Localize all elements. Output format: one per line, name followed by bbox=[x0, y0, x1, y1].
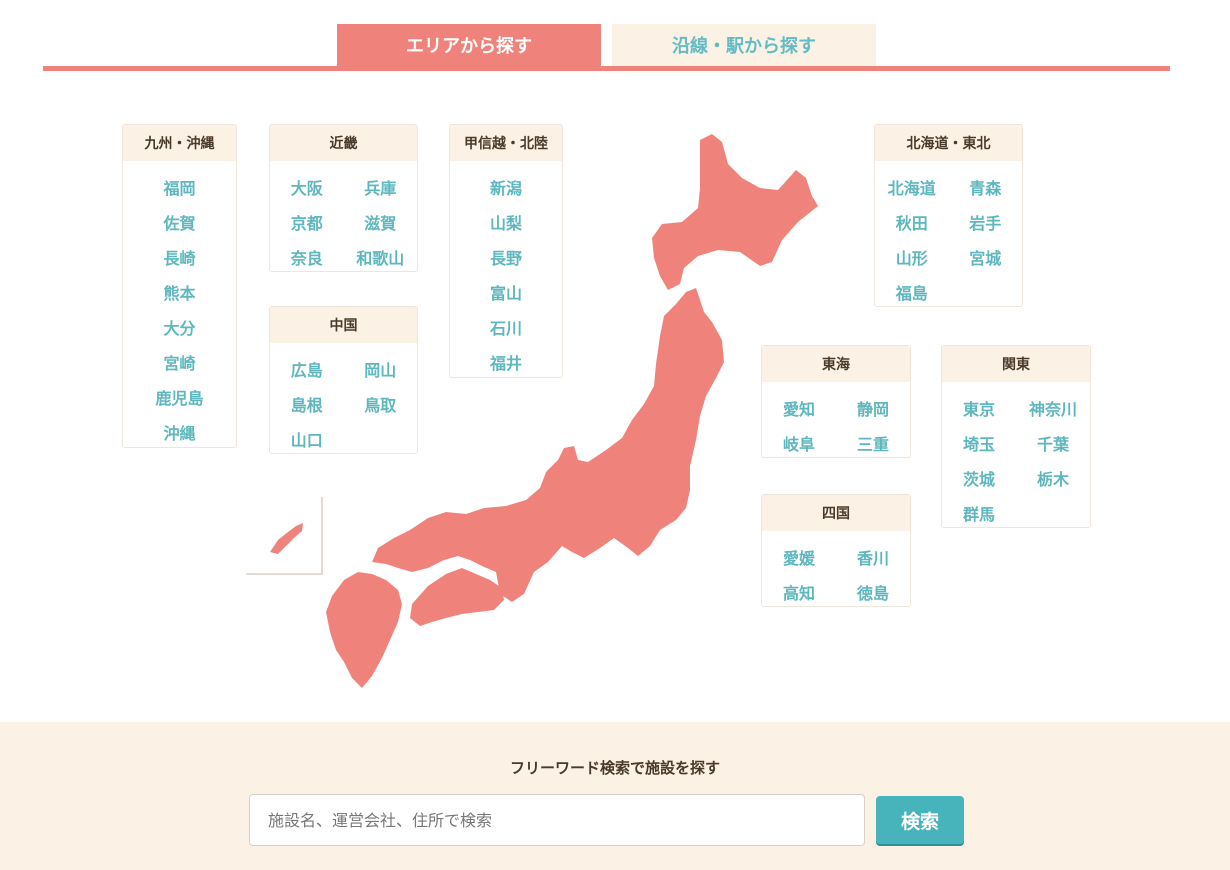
pref-link-fukui[interactable]: 福井 bbox=[450, 344, 562, 379]
search-title: フリーワード検索で施設を探す bbox=[509, 759, 720, 777]
region-title: 関東 bbox=[942, 346, 1090, 382]
pref-link-yamanashi[interactable]: 山梨 bbox=[450, 204, 562, 239]
pref-link-gunma[interactable]: 群馬 bbox=[942, 495, 1016, 530]
region-title: 甲信越・北陸 bbox=[450, 125, 562, 161]
region-kyushu-okinawa: 九州・沖縄 福岡 佐賀 長崎 熊本 大分 宮崎 鹿児島 沖縄 bbox=[122, 124, 237, 448]
search-input[interactable] bbox=[249, 794, 865, 846]
tab-area-search[interactable]: エリアから探す bbox=[337, 24, 601, 66]
pref-link-ishikawa[interactable]: 石川 bbox=[450, 309, 562, 344]
pref-link-iwate[interactable]: 岩手 bbox=[949, 204, 1023, 239]
pref-link-miyagi[interactable]: 宮城 bbox=[949, 239, 1023, 274]
region-kanto: 関東 東京 神奈川 埼玉 千葉 茨城 栃木 群馬 bbox=[941, 345, 1091, 528]
pref-link-nagasaki[interactable]: 長崎 bbox=[123, 239, 236, 274]
pref-link-shimane[interactable]: 島根 bbox=[270, 386, 344, 421]
pref-link-oita[interactable]: 大分 bbox=[123, 309, 236, 344]
region-title: 近畿 bbox=[270, 125, 417, 161]
pref-link-nara[interactable]: 奈良 bbox=[270, 239, 344, 274]
pref-link-shiga[interactable]: 滋賀 bbox=[344, 204, 418, 239]
pref-link-hyogo[interactable]: 兵庫 bbox=[344, 169, 418, 204]
pref-link-tokyo[interactable]: 東京 bbox=[942, 390, 1016, 425]
region-kinki: 近畿 大阪 兵庫 京都 滋賀 奈良 和歌山 bbox=[269, 124, 418, 272]
pref-link-yamaguchi[interactable]: 山口 bbox=[270, 421, 344, 456]
pref-link-wakayama[interactable]: 和歌山 bbox=[344, 239, 418, 274]
region-title: 北海道・東北 bbox=[875, 125, 1022, 161]
pref-link-ehime[interactable]: 愛媛 bbox=[762, 539, 836, 574]
region-title: 中国 bbox=[270, 307, 417, 343]
pref-link-kanagawa[interactable]: 神奈川 bbox=[1016, 390, 1090, 425]
pref-link-niigata[interactable]: 新潟 bbox=[450, 169, 562, 204]
region-title: 九州・沖縄 bbox=[123, 125, 236, 161]
region-chugoku: 中国 広島 岡山 島根 鳥取 山口 bbox=[269, 306, 418, 454]
pref-link-nagano[interactable]: 長野 bbox=[450, 239, 562, 274]
region-title: 四国 bbox=[762, 495, 910, 531]
region-tokai: 東海 愛知 静岡 岐阜 三重 bbox=[761, 345, 911, 458]
pref-link-kagoshima[interactable]: 鹿児島 bbox=[123, 379, 236, 414]
pref-link-gifu[interactable]: 岐阜 bbox=[762, 425, 836, 460]
pref-link-shizuoka[interactable]: 静岡 bbox=[836, 390, 910, 425]
pref-link-chiba[interactable]: 千葉 bbox=[1016, 425, 1090, 460]
hokkaido bbox=[652, 134, 818, 290]
region-hokkaido-tohoku: 北海道・東北 北海道 青森 秋田 岩手 山形 宮城 福島 bbox=[874, 124, 1023, 307]
pref-link-aichi[interactable]: 愛知 bbox=[762, 390, 836, 425]
pref-link-fukuoka[interactable]: 福岡 bbox=[123, 169, 236, 204]
pref-link-yamagata[interactable]: 山形 bbox=[875, 239, 949, 274]
pref-link-saitama[interactable]: 埼玉 bbox=[942, 425, 1016, 460]
pref-link-aomori[interactable]: 青森 bbox=[949, 169, 1023, 204]
pref-link-miyazaki[interactable]: 宮崎 bbox=[123, 344, 236, 379]
region-shikoku: 四国 愛媛 香川 高知 徳島 bbox=[761, 494, 911, 607]
region-title: 東海 bbox=[762, 346, 910, 382]
pref-link-hokkaido[interactable]: 北海道 bbox=[875, 169, 949, 204]
pref-link-mie[interactable]: 三重 bbox=[836, 425, 910, 460]
pref-link-saga[interactable]: 佐賀 bbox=[123, 204, 236, 239]
pref-link-fukushima[interactable]: 福島 bbox=[875, 274, 949, 309]
okinawa-island bbox=[270, 523, 303, 554]
pref-link-ibaraki[interactable]: 茨城 bbox=[942, 460, 1016, 495]
shikoku bbox=[410, 568, 504, 626]
tab-underline bbox=[43, 66, 1170, 71]
pref-link-kagawa[interactable]: 香川 bbox=[836, 539, 910, 574]
pref-link-kyoto[interactable]: 京都 bbox=[270, 204, 344, 239]
search-button[interactable]: 検索 bbox=[876, 796, 964, 844]
pref-link-toyama[interactable]: 富山 bbox=[450, 274, 562, 309]
region-koshinetsu-hokuriku: 甲信越・北陸 新潟 山梨 長野 富山 石川 福井 bbox=[449, 124, 563, 378]
tab-line-station-search[interactable]: 沿線・駅から探す bbox=[612, 24, 876, 66]
kyushu bbox=[326, 572, 402, 688]
pref-link-okayama[interactable]: 岡山 bbox=[344, 351, 418, 386]
pref-link-hiroshima[interactable]: 広島 bbox=[270, 351, 344, 386]
pref-link-kumamoto[interactable]: 熊本 bbox=[123, 274, 236, 309]
pref-link-kochi[interactable]: 高知 bbox=[762, 574, 836, 609]
pref-link-tochigi[interactable]: 栃木 bbox=[1016, 460, 1090, 495]
pref-link-tottori[interactable]: 鳥取 bbox=[344, 386, 418, 421]
pref-link-okinawa[interactable]: 沖縄 bbox=[123, 414, 236, 449]
pref-link-tokushima[interactable]: 徳島 bbox=[836, 574, 910, 609]
pref-link-osaka[interactable]: 大阪 bbox=[270, 169, 344, 204]
pref-link-akita[interactable]: 秋田 bbox=[875, 204, 949, 239]
